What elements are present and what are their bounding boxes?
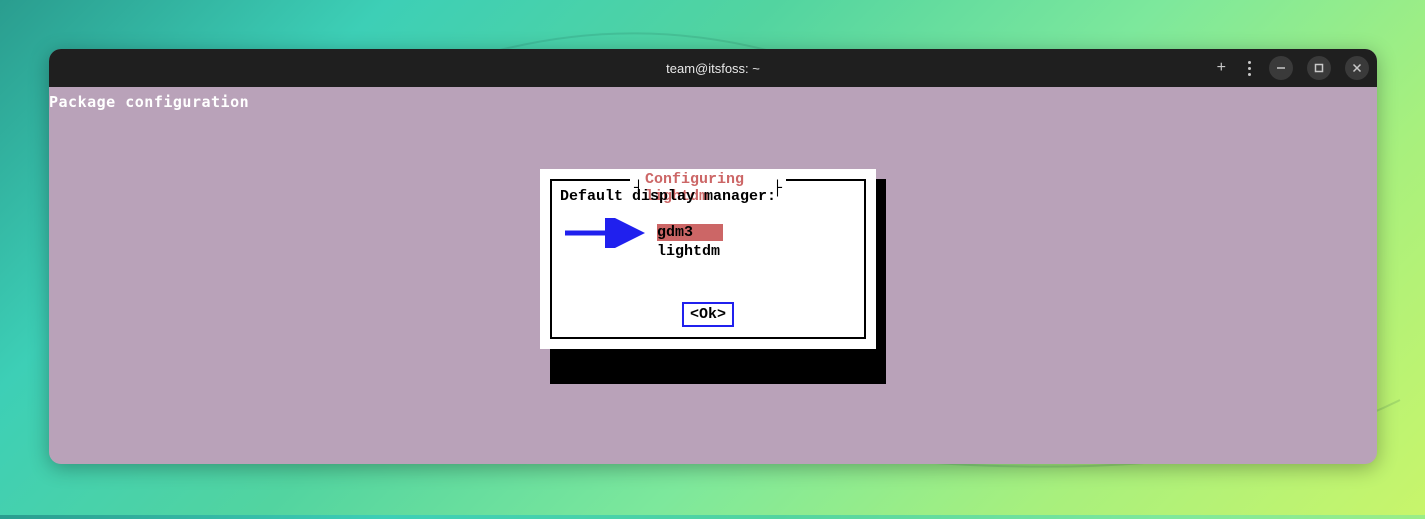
minimize-icon [1276,63,1286,73]
new-tab-button[interactable]: + [1213,59,1230,77]
close-button[interactable] [1345,56,1369,80]
close-icon [1352,63,1362,73]
config-header: Package configuration [49,93,249,111]
maximize-button[interactable] [1307,56,1331,80]
dialog-box: ┤ Configuring lightdm ├ Default display … [540,169,876,349]
option-lightdm[interactable]: lightdm [657,242,723,261]
minimize-button[interactable] [1269,56,1293,80]
dialog-inner: ┤ Configuring lightdm ├ Default display … [550,179,866,339]
ok-button[interactable]: <Ok> [682,302,734,327]
option-gdm3[interactable]: gdm3 [657,223,723,242]
window-title: team@itsfoss: ~ [666,61,760,76]
options-list: gdm3 lightdm [657,223,723,261]
window-controls: + [1213,56,1369,80]
terminal-content: Package configuration ┤ Configuring ligh… [49,87,1377,464]
dialog-prompt: Default display manager: [560,188,776,205]
maximize-icon [1314,63,1324,73]
terminal-window: team@itsfoss: ~ + [49,49,1377,464]
menu-button[interactable] [1244,61,1255,76]
dialog-wrapper: ┤ Configuring lightdm ├ Default display … [540,169,876,349]
arrow-annotation-icon [555,218,655,248]
titlebar: team@itsfoss: ~ + [49,49,1377,87]
